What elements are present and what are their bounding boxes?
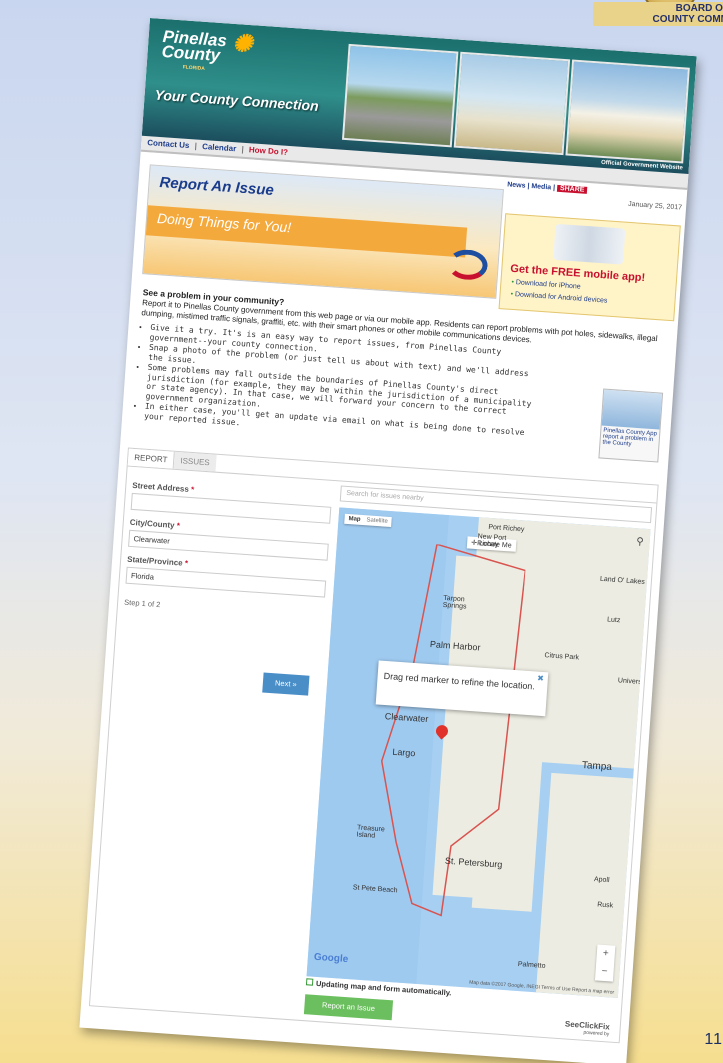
- app-badge[interactable]: Pinellas County App report a problem in …: [598, 388, 664, 463]
- tab-issues[interactable]: ISSUES: [173, 451, 217, 472]
- nav-howdo-link[interactable]: How Do I?: [249, 145, 289, 157]
- google-logo: Google: [313, 951, 349, 966]
- mobile-app-box: Get the FREE mobile app! Download for iP…: [498, 213, 681, 322]
- sun-icon: ✺: [231, 29, 254, 59]
- checkbox-icon[interactable]: [305, 978, 314, 986]
- map-label: Tampa: [581, 759, 613, 774]
- phones-image: [553, 223, 626, 265]
- map-label: Lutz: [606, 616, 621, 625]
- website-screenshot: Pinellas County FLORIDA ✺ Your County Co…: [79, 18, 697, 1063]
- next-button[interactable]: Next »: [262, 672, 310, 696]
- county-logo[interactable]: Pinellas County FLORIDA ✺: [160, 27, 253, 78]
- iphone-download-link[interactable]: Download for iPhone: [511, 279, 581, 291]
- banner-photo-beach: [453, 51, 571, 156]
- map-label: Palmetto: [517, 960, 546, 970]
- share-button[interactable]: SHARE: [556, 184, 588, 194]
- map-label: Tarpon Springs: [442, 594, 467, 611]
- nav-calendar-link[interactable]: Calendar: [202, 142, 237, 153]
- seal-text: BOARD OF COUNTY COMM: [593, 2, 723, 26]
- wave-graphic: [446, 248, 489, 282]
- seal-line2: COUNTY COMM: [652, 14, 723, 25]
- board-seal: BOARD OF COUNTY COMM: [593, 0, 723, 40]
- report-form: Street Address * City/County * Clearwate…: [124, 473, 333, 621]
- seal-line1: BOARD OF: [675, 3, 723, 14]
- seeclickfix-widget: REPORT ISSUES Street Address * City/Count…: [88, 447, 659, 1044]
- report-issue-button[interactable]: Report an Issue: [303, 994, 394, 1021]
- search-icon[interactable]: ⚲: [636, 536, 644, 547]
- nav-contact-link[interactable]: Contact Us: [147, 138, 190, 150]
- hero-title: Report An Issue: [158, 174, 275, 200]
- site-tagline: Your County Connection: [154, 86, 320, 114]
- map-label: Treasure Island: [356, 824, 385, 840]
- banner-photo-road: [341, 43, 459, 148]
- step-indicator: Step 1 of 2: [123, 597, 161, 610]
- news-link[interactable]: News: [507, 181, 526, 189]
- current-date: January 25, 2017: [627, 200, 683, 212]
- report-hero-banner: Report An Issue Doing Things for You!: [142, 164, 504, 299]
- slide-number: 11: [704, 1031, 723, 1048]
- banner-photo-courthouse: [565, 59, 690, 164]
- android-download-link[interactable]: Download for Android devices: [510, 291, 608, 304]
- zoom-out-icon[interactable]: −: [595, 962, 614, 981]
- map-label: Rusk: [596, 901, 614, 910]
- seeclickfix-logo[interactable]: SeeClickFix powered by: [564, 1019, 610, 1037]
- zoom-in-icon[interactable]: +: [596, 944, 615, 963]
- app-badge-image: [601, 389, 663, 430]
- app-badge-text: Pinellas County App report a problem in …: [602, 427, 658, 448]
- map-label: Apoll: [593, 876, 610, 885]
- zoom-control[interactable]: + −: [594, 944, 616, 982]
- close-icon[interactable]: ✖: [537, 674, 544, 683]
- map-label: New Port Richey: [476, 533, 507, 549]
- media-link[interactable]: Media: [531, 183, 551, 191]
- tab-report[interactable]: REPORT: [127, 448, 176, 469]
- issue-map[interactable]: Map Satellite ✛ Locate Me ⚲ Port Richey N…: [306, 507, 651, 999]
- map-label: Largo: [392, 746, 416, 759]
